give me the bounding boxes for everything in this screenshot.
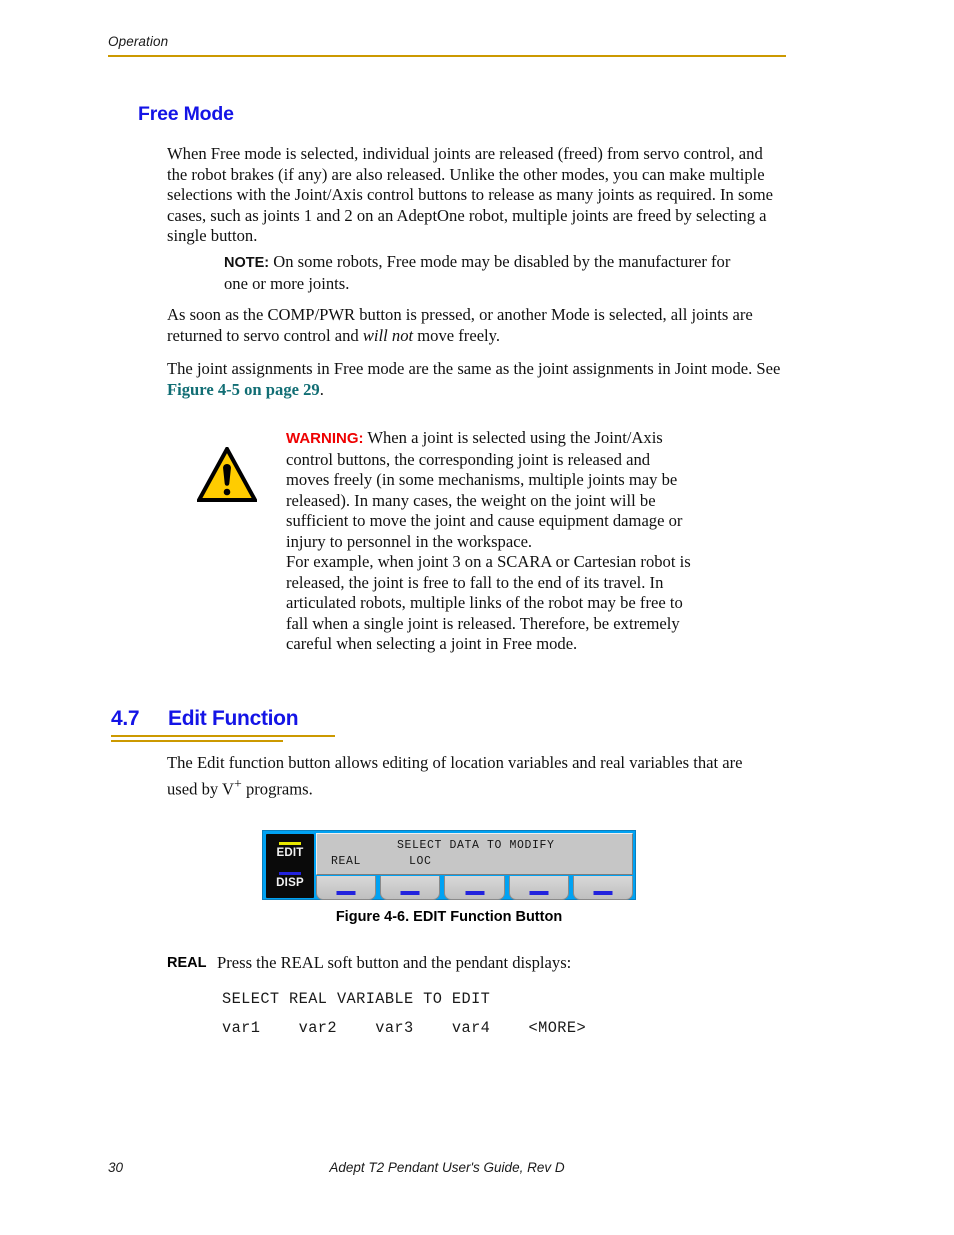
disp-led-indicator — [279, 872, 301, 875]
disp-button-label: DISP — [276, 877, 304, 889]
cross-reference-link[interactable]: Figure 4-5 on page 29 — [167, 380, 320, 399]
paragraph-3-part-b: . — [319, 379, 324, 399]
running-head: Operation — [108, 34, 169, 49]
note-block: NOTE: On some robots, Free mode may be d… — [224, 252, 744, 294]
real-step-text: Press the REAL soft button and the penda… — [217, 953, 572, 972]
section-rule-lower — [111, 740, 283, 742]
soft-button-dash — [529, 891, 549, 895]
soft-button-dash — [400, 891, 420, 895]
edit-button-label: EDIT — [276, 847, 304, 859]
note-text: On some robots, Free mode may be disable… — [224, 252, 731, 293]
pendant-edit-function-figure: EDIT DISP SELECT DATA TO MODIFY REAL LOC — [262, 830, 636, 900]
soft-button-3[interactable] — [444, 876, 505, 900]
footer-document-title: Adept T2 Pendant User's Guide, Rev D — [329, 1160, 565, 1175]
soft-button-1[interactable] — [316, 876, 377, 900]
section-heading-4-7: 4.7 Edit Function — [111, 707, 541, 731]
pendant-display-line-1: SELECT REAL VARIABLE TO EDIT — [222, 990, 491, 1008]
paragraph-3-part-a: The joint assignments in Free mode are t… — [167, 359, 781, 378]
figure-caption: Figure 4-6. EDIT Function Button — [335, 909, 563, 925]
heading-free-mode: Free Mode — [138, 103, 234, 125]
soft-button-dash — [336, 891, 356, 895]
paragraph-2-emphasis: will not — [362, 325, 414, 345]
header-rule — [108, 55, 786, 57]
edit-disp-mode-button[interactable]: EDIT DISP — [266, 834, 314, 898]
section-title: Edit Function — [168, 707, 299, 730]
lcd-title-line: SELECT DATA TO MODIFY — [397, 839, 555, 852]
lcd-option-loc: LOC — [409, 855, 432, 868]
pendant-display-line-2: var1 var2 var3 var4 <MORE> — [222, 1019, 587, 1037]
pendant-lcd-display: SELECT DATA TO MODIFY REAL LOC — [316, 833, 633, 875]
soft-button-4[interactable] — [508, 876, 569, 900]
paragraph-2-part-b: move freely. — [413, 325, 501, 345]
real-step-label: REAL — [167, 955, 207, 971]
section-number: 4.7 — [111, 707, 140, 730]
free-mode-paragraph-3: The joint assignments in Free mode are t… — [167, 359, 787, 400]
warning-paragraph-2: For example, when joint 3 on a SCARA or … — [286, 552, 691, 654]
soft-button-dash — [593, 891, 613, 895]
warning-label: WARNING: — [286, 430, 364, 447]
v-plus-superscript: + — [234, 775, 242, 791]
page-header: Operation — [108, 34, 786, 57]
free-mode-paragraph-2: As soon as the COMP/PWR button is presse… — [167, 305, 787, 346]
warning-triangle-icon — [195, 444, 259, 503]
pendant-screen-area: SELECT DATA TO MODIFY REAL LOC — [316, 833, 634, 900]
edit-function-intro: The Edit function button allows editing … — [167, 753, 777, 800]
edit-intro-part-b: programs. — [241, 779, 313, 799]
soft-button-row — [316, 876, 634, 900]
footer-page-number: 30 — [108, 1160, 124, 1175]
soft-button-dash — [465, 891, 484, 895]
free-mode-paragraph-1: When Free mode is selected, individual j… — [167, 144, 774, 246]
note-label: NOTE: — [224, 255, 270, 271]
edit-led-indicator — [279, 842, 301, 845]
document-page: Operation Free Mode When Free mode is se… — [0, 0, 954, 1235]
warning-paragraph-1: WARNING: When a joint is selected using … — [286, 428, 694, 553]
soft-button-5[interactable] — [572, 876, 634, 900]
lcd-option-real: REAL — [331, 855, 362, 868]
section-rule-upper — [111, 735, 335, 737]
soft-button-2[interactable] — [380, 876, 441, 900]
